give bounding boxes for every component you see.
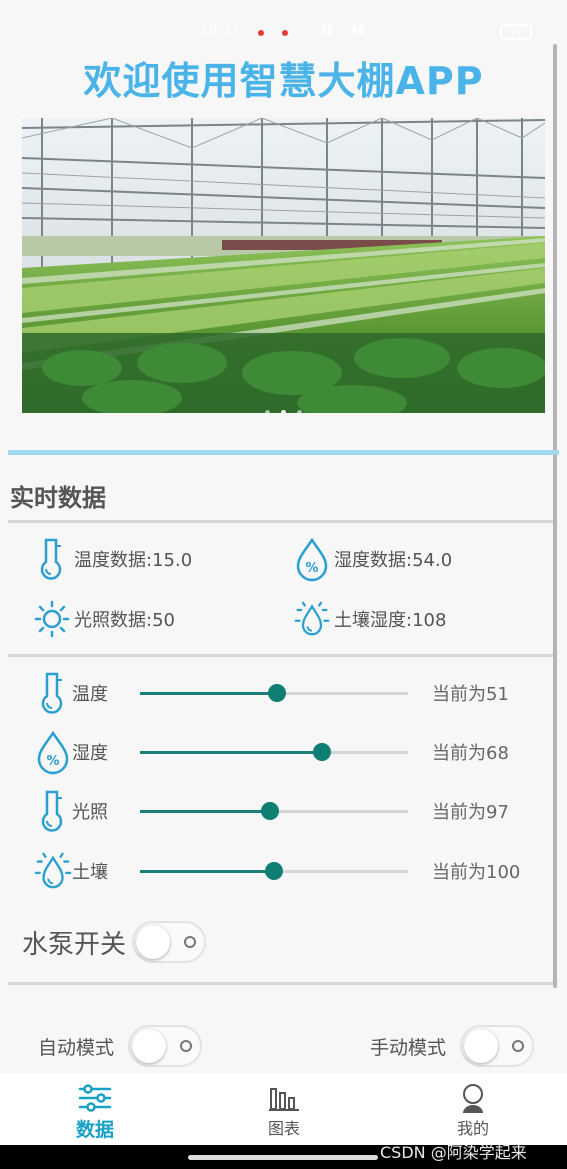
greenhouse-image [22, 118, 545, 413]
divider [8, 520, 553, 523]
slider-label: 光照 [72, 802, 108, 823]
slider-thumb[interactable] [265, 861, 283, 880]
manual-mode-row: 手动模式 [370, 1025, 535, 1067]
pump-switch[interactable] [132, 921, 207, 963]
watermark: CSDN @阿染学起来 [380, 1143, 527, 1162]
slider-fill [140, 691, 277, 695]
greenhouse-carousel[interactable] [22, 118, 545, 413]
slider-label: 湿度 [72, 743, 108, 764]
soil-drop-icon [294, 596, 330, 642]
status-bar: 18:3? ▮▮ ◠ ▮▮ 57 [0, 0, 567, 40]
nav-data-label: 数据 [75, 1119, 114, 1141]
soil-reading: 土壤湿度:108 [294, 596, 446, 642]
bar-chart-icon [239, 1081, 329, 1115]
light-text: 光照数据:50 [74, 610, 175, 631]
home-handle[interactable] [188, 1155, 378, 1160]
soil-text: 土壤湿度:108 [334, 610, 447, 631]
slider-label: 土壤 [72, 862, 108, 883]
nav-chart-label: 图表 [267, 1119, 300, 1138]
manual-mode-switch[interactable] [460, 1025, 535, 1067]
carousel-dot[interactable] [297, 410, 303, 413]
light-reading: 光照数据:50 [34, 596, 175, 642]
nav-mine-tab[interactable]: 我的 [428, 1081, 518, 1139]
slider-row: 土壤 当前为100 [34, 846, 544, 896]
slider-track[interactable] [140, 861, 408, 880]
slider-row: 温度 当前为51 [34, 668, 544, 718]
divider [8, 654, 553, 657]
slider-value: 当前为51 [432, 684, 509, 705]
humidity-reading: % 湿度数据:54.0 [294, 536, 452, 582]
slider-value: 当前为68 [432, 743, 509, 764]
svg-text:%: % [305, 561, 318, 576]
divider [8, 982, 553, 985]
slider-track[interactable] [140, 801, 408, 820]
status-time: 18:3? [200, 22, 239, 38]
sliders-icon [50, 1081, 140, 1115]
slider-value: 当前为97 [432, 802, 509, 823]
pump-switch-row: 水泵开关 [22, 921, 207, 963]
battery-icon: 57 [500, 24, 532, 40]
slider-track[interactable] [140, 742, 408, 761]
slider-fill [140, 869, 274, 873]
temperature-reading: 温度数据:15.0 [34, 536, 192, 582]
sun-icon [34, 596, 70, 642]
slider-fill [140, 750, 323, 754]
scrollbar[interactable] [553, 44, 557, 988]
nav-chart-tab[interactable]: 图表 [239, 1081, 329, 1139]
app-title: 欢迎使用智慧大棚APP [83, 59, 484, 103]
slider-label: 温度 [72, 684, 108, 705]
nav-mine-label: 我的 [456, 1119, 489, 1138]
nav-data-tab[interactable]: 数据 [50, 1081, 140, 1142]
soil-drop-icon [34, 847, 72, 895]
auto-mode-label: 自动模式 [38, 1036, 115, 1059]
slider-thumb[interactable] [267, 683, 286, 702]
slider-row: % 湿度 当前为68 [34, 727, 544, 777]
thermometer-icon [34, 536, 70, 582]
carousel-dot[interactable] [264, 410, 270, 413]
thermometer-icon [34, 787, 72, 835]
network-status: ▮▮ ◠ ▮▮ [320, 22, 365, 36]
slider-row: 光照 当前为97 [34, 786, 544, 836]
humidity-text: 湿度数据:54.0 [334, 550, 453, 571]
carousel-dot[interactable] [281, 410, 286, 413]
auto-mode-row: 自动模式 [38, 1025, 203, 1067]
slider-thumb[interactable] [313, 742, 332, 761]
carousel-indicator[interactable] [22, 400, 545, 413]
humidity-percent-icon: % [34, 728, 72, 776]
notification-dot [282, 30, 288, 36]
divider [8, 450, 559, 455]
thermometer-icon [34, 669, 72, 717]
notification-dot [258, 30, 264, 36]
manual-mode-label: 手动模式 [370, 1036, 447, 1059]
realtime-section-title: 实时数据 [10, 484, 106, 512]
slider-track[interactable] [140, 683, 408, 702]
slider-fill [140, 809, 270, 813]
slider-thumb[interactable] [260, 801, 279, 820]
bottom-navigation: 数据 图表 我的 [0, 1073, 567, 1145]
user-icon [428, 1081, 518, 1115]
pump-label: 水泵开关 [22, 929, 127, 960]
auto-mode-switch[interactable] [128, 1025, 203, 1067]
temperature-text: 温度数据:15.0 [74, 550, 193, 571]
slider-value: 当前为100 [432, 862, 521, 883]
humidity-percent-icon: % [294, 536, 330, 582]
svg-text:%: % [46, 754, 59, 769]
